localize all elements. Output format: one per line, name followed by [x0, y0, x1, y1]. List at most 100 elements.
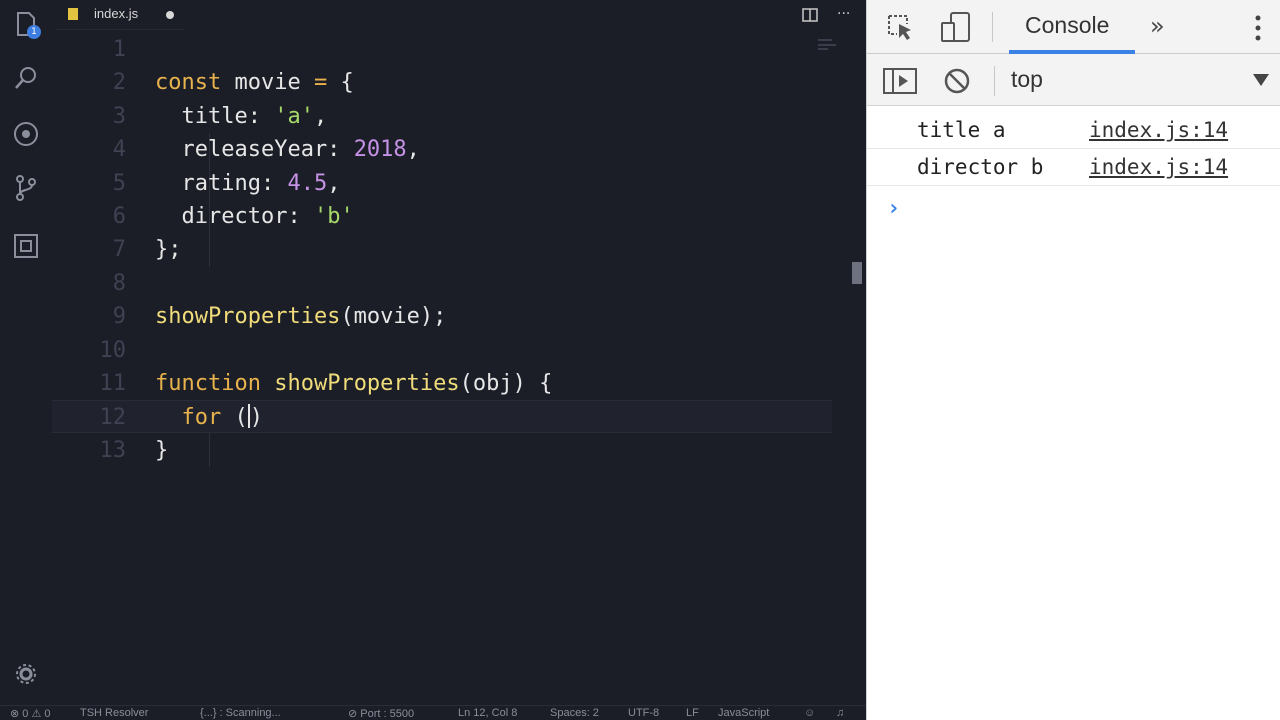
code-token: showProperties	[274, 371, 460, 396]
code-token: ,	[313, 103, 328, 129]
more-tabs-icon[interactable]: »	[1150, 12, 1165, 40]
tab-console-label: Console	[1025, 12, 1110, 38]
line-number: 7	[112, 237, 126, 263]
code-area[interactable]: 1 2 const movie = {3 title: 'a', 4 releaseY…	[52, 33, 866, 693]
live-server-port[interactable]: ⊘ Port : 5500	[348, 707, 414, 720]
code-editor[interactable]: 1 index.js ··· 1 2 const movie = {3 titl…	[0, 0, 866, 720]
code-token: const	[155, 70, 222, 96]
dropdown-arrow-icon[interactable]	[1253, 74, 1269, 86]
source-control-icon[interactable]	[12, 174, 40, 202]
log-source-link[interactable]: index.js:14	[1089, 155, 1228, 179]
devtools-menu-icon[interactable]	[1255, 14, 1261, 42]
code-token: =	[313, 70, 328, 96]
language-mode[interactable]: JavaScript	[718, 707, 769, 719]
inspect-element-icon[interactable]	[885, 12, 915, 42]
code-line[interactable]: 12 for ()	[52, 400, 832, 434]
editor-tab-bar: index.js ···	[52, 0, 866, 30]
code-token: director:	[155, 204, 314, 229]
code-token: ,	[327, 170, 341, 196]
log-source-link[interactable]: index.js:14	[1089, 118, 1228, 142]
code-token: };	[155, 237, 182, 263]
code-token: )	[249, 405, 263, 431]
code-token: releaseYear:	[155, 137, 354, 163]
code-line[interactable]: 10	[52, 334, 832, 367]
line-number: 3	[112, 103, 126, 129]
console-log-row: director b index.js:14	[867, 149, 1280, 186]
code-line[interactable]: 1	[52, 33, 832, 66]
eol-status[interactable]: LF	[686, 707, 699, 719]
problems-status[interactable]: ⊗ 0 ⚠ 0	[10, 707, 50, 720]
log-message: director b	[917, 155, 1044, 179]
console-toolbar: top	[867, 54, 1280, 106]
code-line[interactable]: 11 function showProperties(obj) {	[52, 367, 832, 400]
line-number: 4	[112, 137, 126, 163]
code-token: {	[327, 70, 354, 96]
minimap[interactable]	[818, 36, 836, 50]
console-sidebar-icon[interactable]	[883, 67, 917, 95]
code-token: 2018	[353, 137, 407, 163]
unsaved-dot-icon[interactable]	[166, 11, 174, 19]
tab-filename: index.js	[94, 6, 139, 21]
code-line[interactable]: 13}	[52, 434, 832, 467]
status-bar: ⊗ 0 ⚠ 0 TSH Resolver {...} : Scanning...…	[0, 705, 866, 720]
scanning-status: {...} : Scanning...	[200, 707, 281, 719]
devtools-panel: Console » top › title a index.js:14 direct…	[866, 0, 1280, 720]
indentation-status[interactable]: Spaces: 2	[550, 707, 599, 719]
code-token: 4.5	[287, 170, 328, 196]
code-line[interactable]: 7};	[52, 233, 832, 266]
clear-console-icon[interactable]	[943, 67, 971, 95]
execution-context-select[interactable]: top	[1011, 66, 1043, 93]
code-line[interactable]: 9 showProperties(movie);	[52, 300, 832, 333]
line-number: 10	[99, 337, 127, 363]
debug-icon[interactable]	[12, 120, 40, 148]
line-source: function showProperties(obj) {	[155, 367, 552, 400]
line-source: for ()	[155, 401, 263, 434]
code-line[interactable]: 2 const movie = {	[52, 66, 832, 99]
console-prompt-icon[interactable]: ›	[887, 196, 900, 221]
toolbar-divider	[992, 12, 993, 42]
line-number: 12	[99, 405, 127, 431]
javascript-file-icon	[68, 8, 78, 20]
console-log-row: title a index.js:14	[867, 112, 1280, 149]
code-token: 'a'	[274, 103, 314, 129]
code-token: title:	[155, 103, 275, 129]
notifications-bell-icon[interactable]: ♫	[836, 707, 844, 719]
activity-bar: 1	[0, 0, 52, 705]
toolbar-divider	[994, 66, 995, 96]
code-token: (obj) {	[459, 371, 553, 396]
search-icon[interactable]	[12, 64, 40, 92]
code-token: 'b'	[313, 204, 354, 229]
resolver-status[interactable]: TSH Resolver	[80, 707, 148, 719]
device-toolbar-icon[interactable]	[939, 11, 973, 43]
split-editor-icon[interactable]	[802, 7, 818, 22]
line-number: 9	[112, 304, 126, 330]
line-number: 6	[112, 204, 126, 229]
tab-console[interactable]: Console	[1009, 0, 1135, 54]
line-source: title: 'a',	[155, 100, 327, 133]
feedback-icon[interactable]: ☺	[804, 707, 815, 719]
code-token: ,	[406, 137, 420, 163]
code-line[interactable]: 8	[52, 267, 832, 300]
settings-gear-icon[interactable]	[12, 660, 40, 688]
cursor-position[interactable]: Ln 12, Col 8	[458, 707, 517, 719]
encoding-status[interactable]: UTF-8	[628, 707, 659, 719]
code-token: showProperties	[155, 304, 341, 330]
code-token: rating:	[155, 170, 288, 196]
code-line[interactable]: 5 rating: 4.5,	[52, 167, 832, 200]
scrollbar-thumb[interactable]	[852, 262, 862, 284]
line-number: 1	[112, 37, 126, 62]
code-token: }	[155, 437, 169, 463]
code-line[interactable]: 3 title: 'a',	[52, 100, 832, 133]
tab-index-js[interactable]: index.js	[56, 0, 184, 30]
code-token: (movie);	[340, 304, 447, 330]
line-number: 8	[112, 270, 126, 296]
code-line[interactable]: 4 releaseYear: 2018,	[52, 133, 832, 166]
code-token: (	[221, 405, 248, 431]
extensions-icon[interactable]	[12, 232, 40, 260]
line-source: director: 'b'	[155, 200, 354, 233]
line-source: rating: 4.5,	[155, 167, 340, 200]
code-line[interactable]: 6 director: 'b'	[52, 200, 832, 233]
line-number: 13	[99, 437, 127, 463]
more-actions-icon[interactable]: ···	[837, 6, 850, 22]
